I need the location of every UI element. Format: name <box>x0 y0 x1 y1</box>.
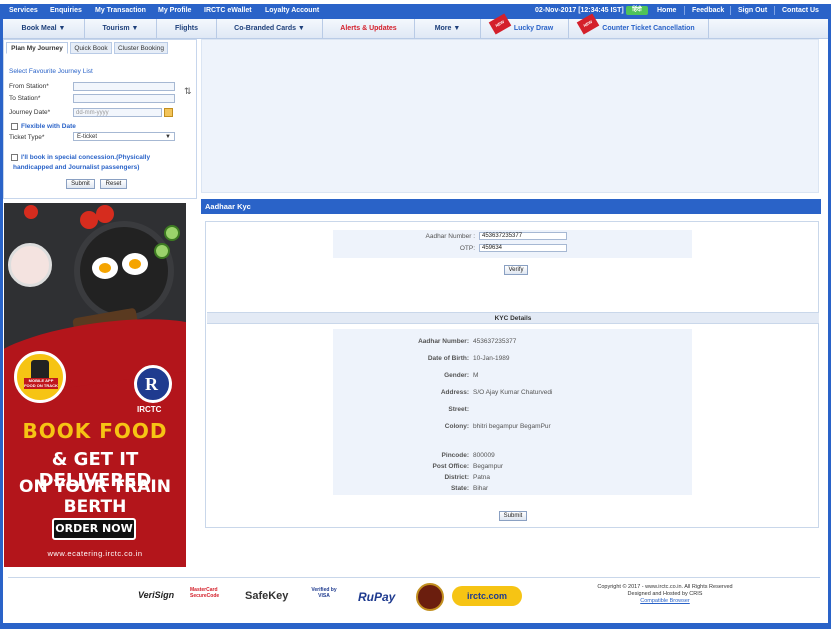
detail-value: Patna <box>473 474 490 481</box>
menu-lucky-draw[interactable]: NEW Lucky Draw <box>481 13 569 39</box>
aadhaar-kyc-header: Aadhaar Kyc <box>201 199 821 214</box>
copyright-block: Copyright © 2017 - www.irctc.co.in. All … <box>560 584 770 605</box>
detail-label: Gender: <box>444 372 469 379</box>
swap-stations-icon[interactable]: ⇅ <box>184 86 192 97</box>
detail-label: Aadhar Number: <box>418 338 469 345</box>
detail-label: State: <box>450 485 469 492</box>
menu-co-branded-cards[interactable]: Co-Branded Cards ▼ <box>217 19 323 39</box>
detail-label: Post Office: <box>432 463 469 470</box>
detail-value: 800009 <box>473 452 495 459</box>
verified-by-visa-logo: Verified by VISA <box>311 587 337 599</box>
detail-value: 10-Jan-1989 <box>473 355 510 362</box>
irctc-com-logo: irctc.com <box>452 586 522 606</box>
ad-headline-3: ON YOUR TRAIN BERTH <box>19 477 171 517</box>
hosted-by-text: Designed and Hosted by CRIS <box>627 591 703 597</box>
concession-checkbox[interactable] <box>11 154 18 161</box>
from-station-label: From Station* <box>9 83 49 90</box>
tab-quick-book[interactable]: Quick Book <box>70 42 112 54</box>
from-station-input[interactable] <box>73 82 175 91</box>
nav-feedback[interactable]: Feedback <box>692 7 724 14</box>
mastercard-securecode-logo: MasterCard SecureCode <box>190 587 220 599</box>
compatible-browser-link[interactable]: Compatible Browser <box>560 598 770 605</box>
journey-date-label: Journey Date* <box>9 109 51 116</box>
ecatering-ad-banner[interactable]: MOBILE APP FOOD ON TRACK R IRCTC BOOK FO… <box>4 203 186 567</box>
counter-cancellation-label: Counter Ticket Cancellation <box>602 25 695 32</box>
detail-value: M <box>473 372 479 379</box>
aadhaar-kyc-panel: Aadhar Number : 453637235377 OTP: 459634… <box>205 221 819 528</box>
dropdown-arrow-icon: ▼ <box>165 134 171 140</box>
calendar-icon[interactable] <box>164 108 173 117</box>
nav-sign-out[interactable]: Sign Out <box>738 7 767 14</box>
emblem-logo <box>416 583 444 611</box>
ticket-type-label: Ticket Type* <box>9 134 45 141</box>
server-datetime: 02-Nov-2017 [12:34:45 IST] <box>535 7 624 14</box>
menu-flights[interactable]: Flights <box>157 19 217 39</box>
otp-panel: Aadhar Number : 453637235377 OTP: 459634 <box>333 230 692 258</box>
irctc-logo-label: IRCTC <box>137 405 162 414</box>
flexible-date-label: Flexible with Date <box>21 123 76 130</box>
aadhar-number-input[interactable]: 453637235377 <box>479 232 567 240</box>
plan-journey-panel: Plan My Journey Quick Book Cluster Booki… <box>3 39 197 199</box>
detail-value: Bihar <box>473 485 489 492</box>
detail-label: Address: <box>440 389 469 396</box>
nav-services[interactable]: Services <box>9 7 38 14</box>
detail-label: Colony: <box>444 423 469 430</box>
detail-label: Pincode: <box>441 452 469 459</box>
detail-value: 453637235377 <box>473 338 517 345</box>
menu-book-meal[interactable]: Book Meal ▼ <box>3 19 85 39</box>
detail-value: Begampur <box>473 463 503 470</box>
menu-alerts-updates[interactable]: Alerts & Updates <box>323 19 415 39</box>
concession-label-line1: I'll book in special concession.(Physica… <box>21 154 151 161</box>
safekey-logo: SafeKey <box>245 590 289 602</box>
nav-enquiries[interactable]: Enquiries <box>50 7 82 14</box>
nav-irctc-ewallet[interactable]: IRCTC eWallet <box>204 7 252 14</box>
ad-url: www.ecatering.irctc.co.in <box>47 549 143 558</box>
verify-button[interactable]: Verify <box>504 265 528 275</box>
nav-my-profile[interactable]: My Profile <box>158 7 191 14</box>
concession-label-line2: handicapped and Journalist passengers) <box>13 164 140 171</box>
aadhar-number-label: Aadhar Number : <box>425 233 476 240</box>
ad-headline-1: BOOK FOOD <box>22 419 168 443</box>
content-placeholder-area <box>201 39 819 193</box>
ticket-type-value: E-ticket <box>77 134 98 140</box>
journey-reset-button[interactable]: Reset <box>100 179 127 189</box>
tab-plan-my-journey[interactable]: Plan My Journey <box>6 42 68 54</box>
verisign-logo: VeriSign <box>138 590 175 600</box>
main-menu: Book Meal ▼ Tourism ▼ Flights Co-Branded… <box>3 13 828 39</box>
detail-value: S/O Ajay Kumar Chaturvedi <box>473 389 553 396</box>
to-station-input[interactable] <box>73 94 175 103</box>
menu-counter-ticket-cancellation[interactable]: NEW Counter Ticket Cancellation <box>569 13 709 39</box>
kyc-submit-button[interactable]: Submit <box>499 511 527 521</box>
detail-label: Street: <box>448 406 469 413</box>
order-now-button[interactable]: ORDER NOW <box>52 518 136 540</box>
rupay-logo: RuPay <box>358 590 396 604</box>
nav-contact-us[interactable]: Contact Us <box>782 7 819 14</box>
nav-my-transaction[interactable]: My Transaction <box>95 7 146 14</box>
footer-divider <box>8 577 820 578</box>
detail-label: Date of Birth: <box>427 355 469 362</box>
ticket-type-select[interactable]: E-ticket ▼ <box>73 132 175 141</box>
favourite-journey-link[interactable]: Select Favourite Journey List <box>9 68 93 75</box>
otp-input[interactable]: 459634 <box>479 244 567 252</box>
kyc-details-panel: Aadhar Number: 453637235377 Date of Birt… <box>333 329 692 495</box>
menu-tourism[interactable]: Tourism ▼ <box>85 19 157 39</box>
irctc-logo-icon: R <box>134 365 172 403</box>
top-navbar: Services Enquiries My Transaction My Pro… <box>0 0 831 19</box>
journey-submit-button[interactable]: Submit <box>66 179 95 189</box>
tab-cluster-booking[interactable]: Cluster Booking <box>114 42 168 54</box>
copyright-text: Copyright © 2017 - www.irctc.co.in. All … <box>597 584 733 590</box>
detail-value: bhitri begampur BegamPur <box>473 423 551 430</box>
to-station-label: To Station* <box>9 95 41 102</box>
language-toggle[interactable]: हिंदी <box>626 6 648 15</box>
detail-label: District: <box>444 474 469 481</box>
kyc-details-title: KYC Details <box>207 312 819 324</box>
food-on-track-badge <box>14 351 66 403</box>
menu-more[interactable]: More ▼ <box>415 19 481 39</box>
flexible-date-checkbox[interactable] <box>11 123 18 130</box>
badge-ribbon: MOBILE APP FOOD ON TRACK <box>24 378 58 389</box>
journey-date-input[interactable]: dd-mm-yyyy <box>73 108 162 117</box>
otp-label: OTP: <box>459 245 475 252</box>
nav-loyalty-account[interactable]: Loyalty Account <box>265 7 319 14</box>
nav-home[interactable]: Home <box>657 7 676 14</box>
